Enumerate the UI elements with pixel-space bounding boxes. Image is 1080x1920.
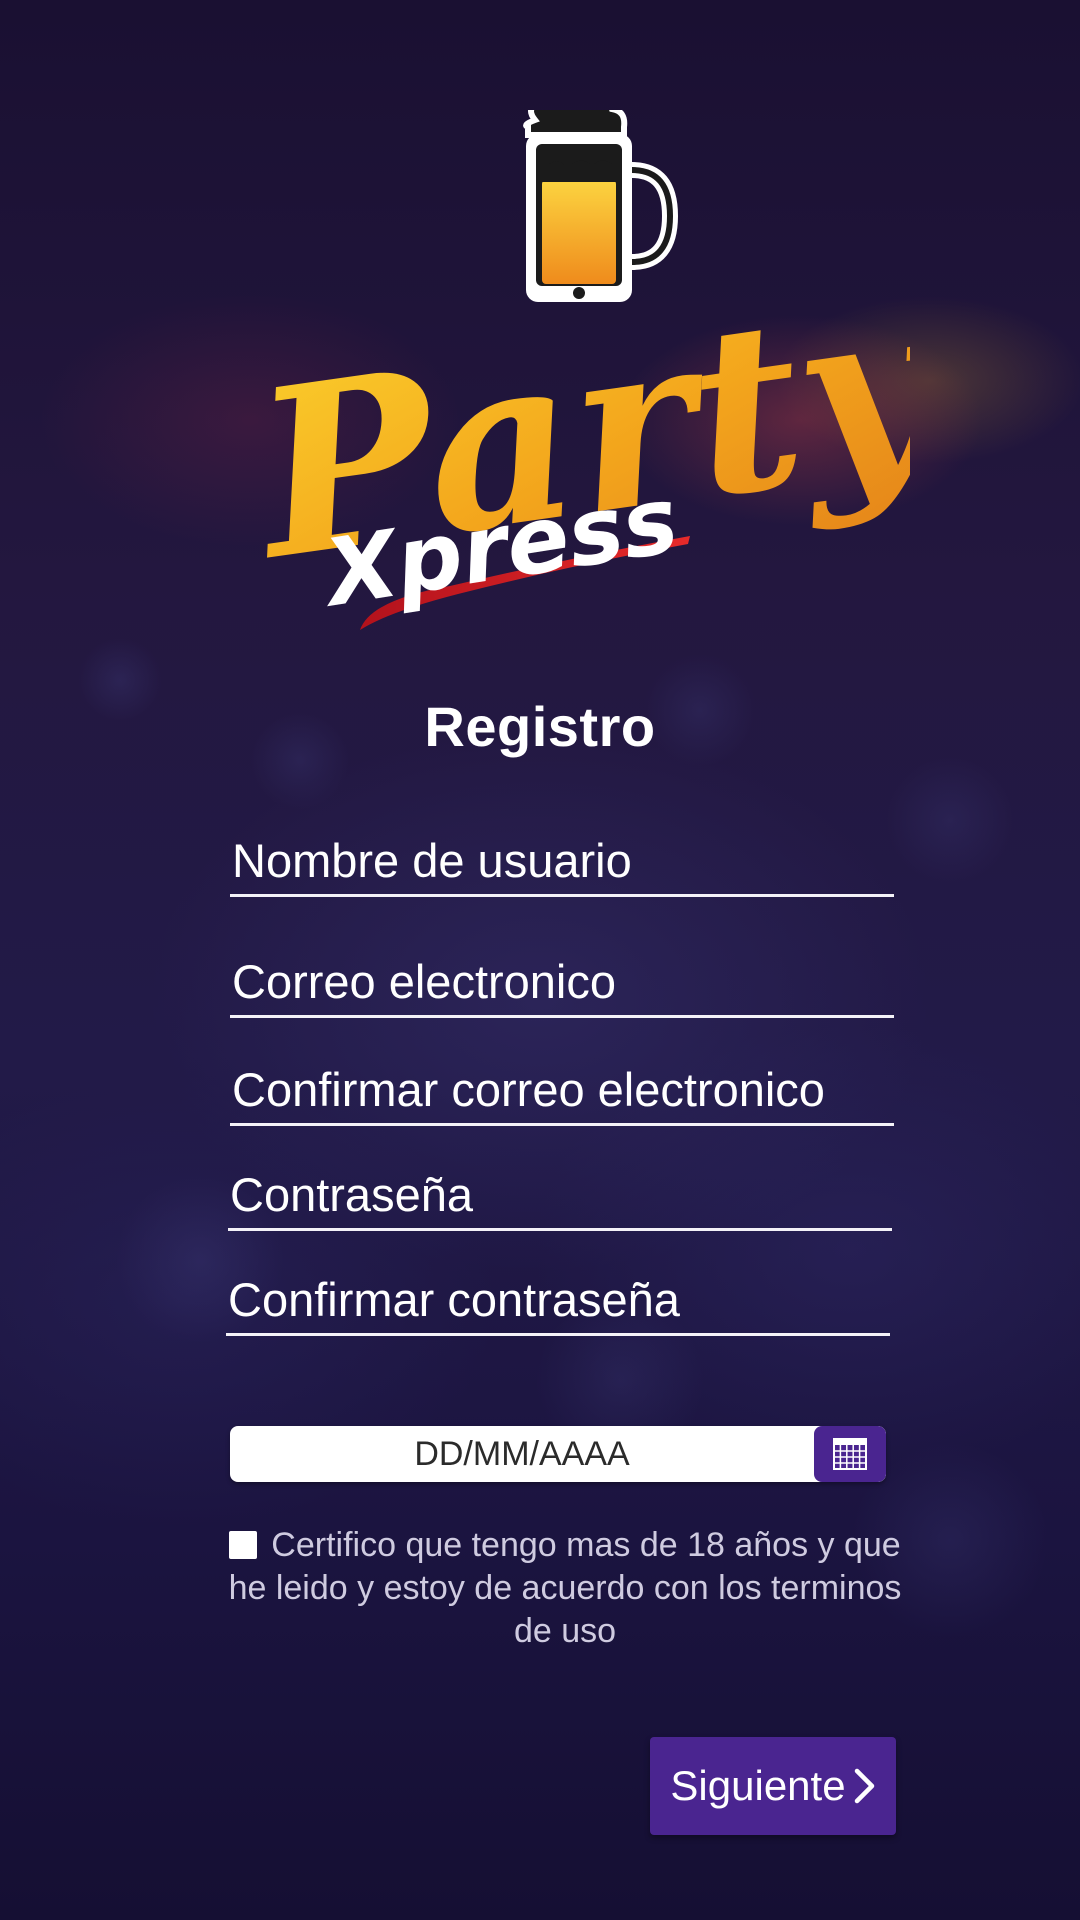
beer-mug-phone-icon xyxy=(523,110,679,302)
next-button-label: Siguiente xyxy=(670,1762,846,1809)
confirm-password-input[interactable] xyxy=(226,1266,890,1333)
chevron-right-icon xyxy=(854,1768,876,1804)
username-input[interactable] xyxy=(230,827,894,894)
email-input[interactable] xyxy=(230,948,894,1015)
party-xpress-logo: Party Xpress xyxy=(237,110,910,630)
terms-text: Certifico que tengo mas de 18 años y que… xyxy=(228,1526,902,1650)
birthdate-input[interactable] xyxy=(230,1426,814,1482)
email-field[interactable] xyxy=(230,948,894,1018)
calendar-button[interactable] xyxy=(814,1426,886,1482)
next-button[interactable]: Siguiente xyxy=(650,1737,896,1835)
password-field[interactable] xyxy=(228,1161,892,1231)
confirm-password-field[interactable] xyxy=(226,1266,890,1336)
terms-agreement: Certifico que tengo mas de 18 años y que… xyxy=(215,1524,915,1653)
crowd-background-photo xyxy=(0,560,1080,1920)
username-field[interactable] xyxy=(230,827,894,897)
confirm-email-input[interactable] xyxy=(230,1056,894,1123)
birthdate-field[interactable] xyxy=(230,1426,886,1482)
calendar-icon xyxy=(833,1438,867,1470)
password-input[interactable] xyxy=(228,1161,892,1228)
terms-checkbox[interactable] xyxy=(229,1531,258,1559)
page-title: Registro xyxy=(424,695,656,758)
confirm-email-field[interactable] xyxy=(230,1056,894,1126)
